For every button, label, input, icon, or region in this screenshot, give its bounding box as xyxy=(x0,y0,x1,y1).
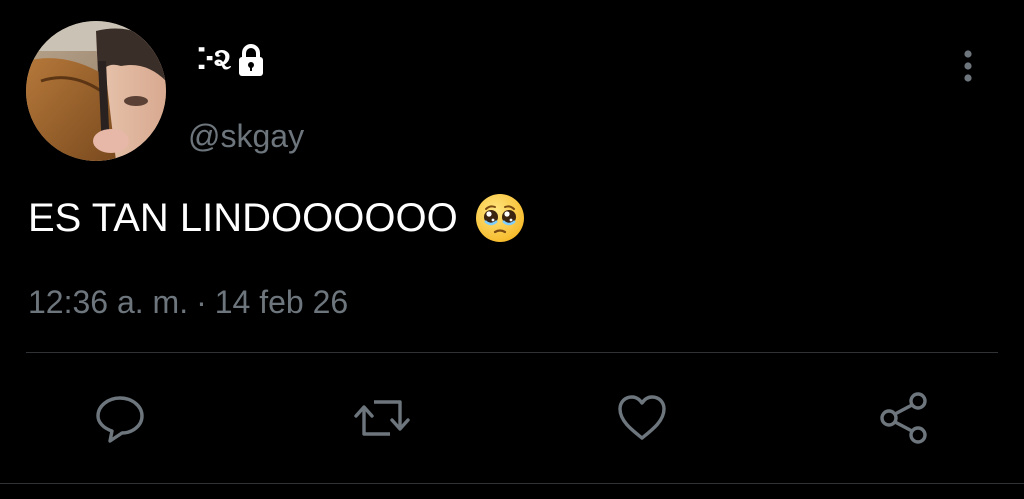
author-display-name[interactable]: ⴾ૨ xyxy=(196,42,266,78)
more-options-button[interactable] xyxy=(950,44,986,92)
retweet-button[interactable] xyxy=(354,390,410,446)
tweet-text: ES TAN LINDOOOOOO xyxy=(28,196,458,240)
retweet-icon xyxy=(354,400,410,436)
more-vertical-icon xyxy=(964,50,972,82)
share-button[interactable] xyxy=(876,390,932,446)
divider xyxy=(26,352,998,353)
author-handle[interactable]: @skgay xyxy=(188,116,304,156)
like-button[interactable] xyxy=(614,390,670,446)
tweet-time: 12:36 a. m. xyxy=(28,284,189,320)
meta-separator: · xyxy=(196,284,207,320)
tweet-timestamp[interactable]: 12:36 a. m. · 14 feb 26 xyxy=(28,282,348,322)
avatar[interactable] xyxy=(26,21,166,161)
tweet-body: ES TAN LINDOOOOOO xyxy=(28,192,526,244)
pleading-face-emoji-icon xyxy=(474,192,526,244)
share-icon xyxy=(880,392,927,444)
reply-icon xyxy=(96,396,144,443)
reply-button[interactable] xyxy=(92,390,148,446)
bottom-divider xyxy=(0,483,1024,484)
display-name-text: ⴾ૨ xyxy=(196,43,231,76)
like-icon xyxy=(618,395,666,440)
tweet-detail: ⴾ૨ @skgay ES TAN LINDOOOOOO 12:36 a. m. … xyxy=(0,0,1024,499)
lock-icon xyxy=(236,42,266,78)
profile-photo-icon xyxy=(26,21,166,161)
tweet-date: 14 feb 26 xyxy=(214,284,349,320)
